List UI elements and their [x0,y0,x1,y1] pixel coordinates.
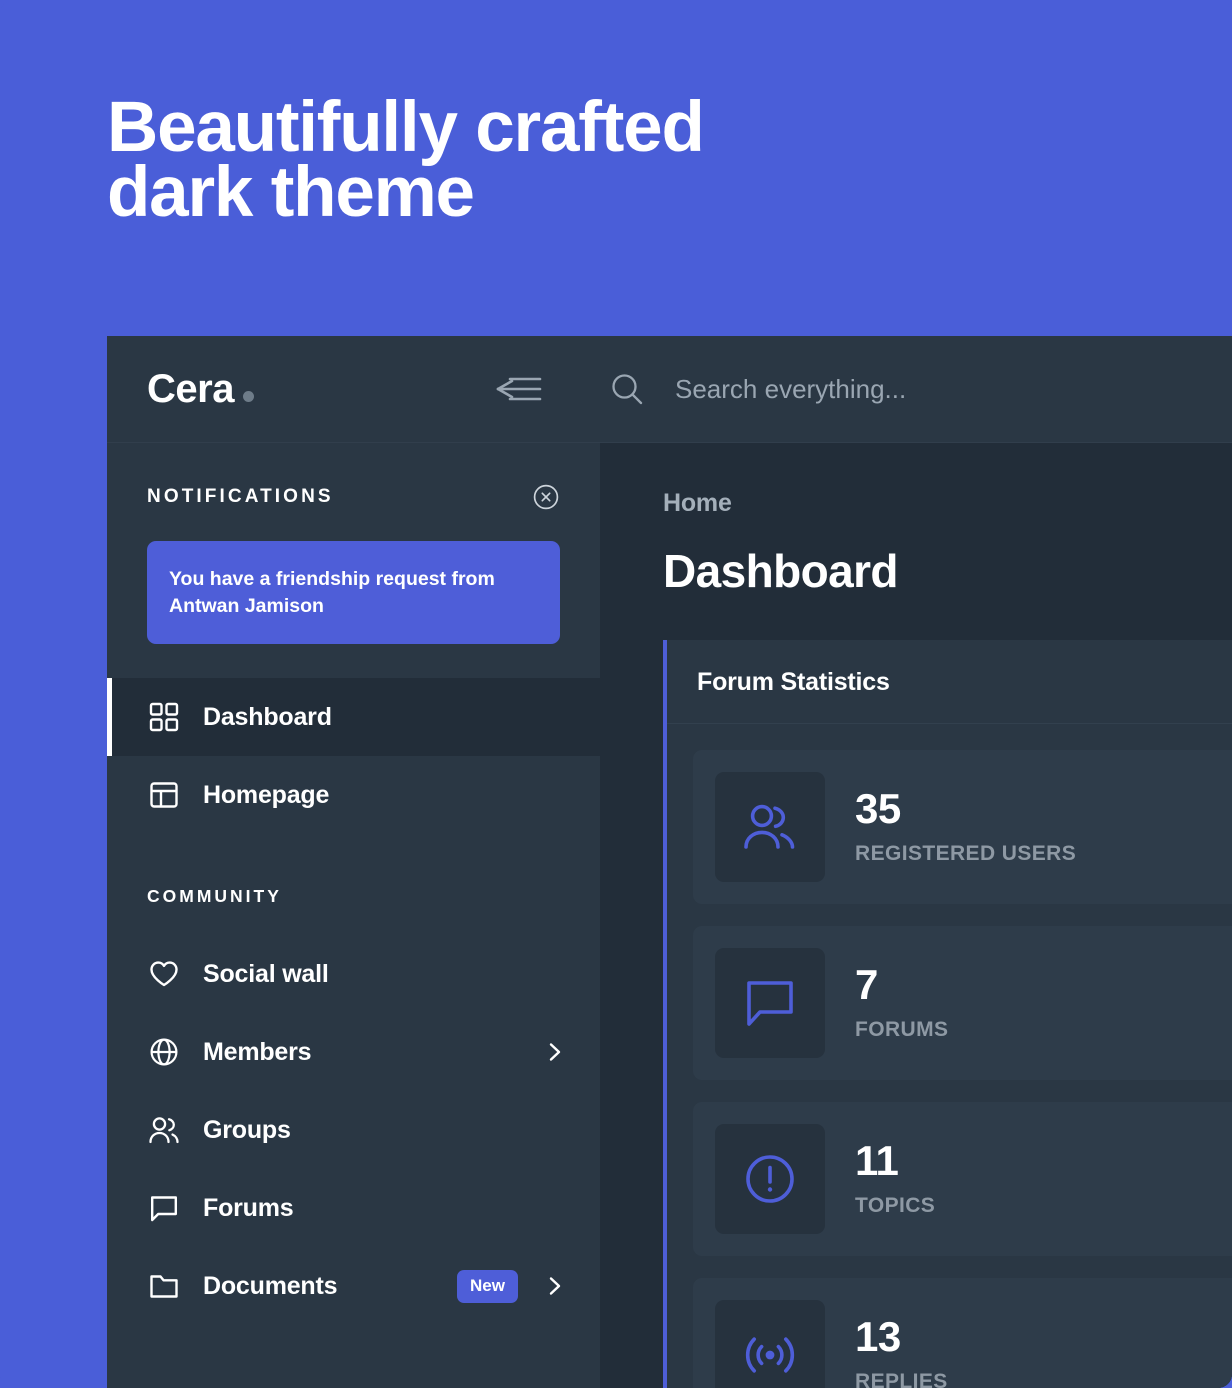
stat-label: FORUMS [855,1018,948,1042]
sidebar-item-documents[interactable]: Documents New [107,1247,600,1325]
page-header: Home Dashboard [600,443,1232,640]
users-stat-icon [715,772,825,882]
globe-icon [147,1035,181,1069]
page-title: Dashboard [663,544,1232,598]
sidebar-section-community: COMMUNITY [107,834,600,935]
grid-icon [147,700,181,734]
global-search[interactable] [607,369,1232,409]
sidebar-item-homepage[interactable]: Homepage [107,756,600,834]
stat-value: 7 [855,964,948,1006]
stat-text: 7 FORUMS [855,964,948,1042]
notification-item[interactable]: You have a friendship request from Antwa… [147,541,560,644]
stat-text: 35 REGISTERED USERS [855,788,1076,866]
notifications-title: NOTIFICATIONS [147,486,334,508]
brand-logo[interactable]: Cera [107,367,487,412]
sidebar-item-label: Members [203,1038,534,1067]
hero-title: Beautifully crafted dark theme [107,95,927,226]
stat-label: REGISTERED USERS [855,842,1076,866]
sidebar-item-badge: New [457,1270,518,1303]
breadcrumb[interactable]: Home [663,489,1232,518]
sidebar-item-members[interactable]: Members [107,1013,600,1091]
sidebar-item-label: Dashboard [203,703,566,732]
chat-stat-icon [715,948,825,1058]
stat-text: 13 REPLIES [855,1316,948,1388]
forum-statistics-panel: Forum Statistics [663,640,1232,1388]
sidebar-item-dashboard[interactable]: Dashboard [107,678,600,756]
stat-card-registered-users[interactable]: 35 REGISTERED USERS [693,750,1232,904]
sidebar: NOTIFICATIONS You have a friendship requ… [107,443,600,1388]
search-input[interactable] [675,374,1195,405]
sidebar-item-label: Forums [203,1194,566,1223]
brand-dot-icon [243,391,254,402]
page-root: Beautifully crafted dark theme Cera [0,0,1232,1388]
sidebar-item-label: Homepage [203,781,566,810]
users-icon [147,1113,181,1147]
app-topbar: Cera [107,336,1232,443]
chevron-right-icon[interactable] [544,1041,566,1063]
chat-bubble-icon [147,1191,181,1225]
broadcast-stat-icon [715,1300,825,1388]
chevron-right-icon[interactable] [544,1275,566,1297]
notifications-panel: NOTIFICATIONS You have a friendship requ… [107,443,600,678]
sidebar-item-label: Groups [203,1116,566,1145]
stat-card-replies[interactable]: 13 REPLIES [693,1278,1232,1388]
sidebar-item-social-wall[interactable]: Social wall [107,935,600,1013]
stat-label: REPLIES [855,1370,948,1388]
panel-body: 35 REGISTERED USERS [667,724,1232,1388]
collapse-sidebar-icon [496,375,542,403]
sidebar-item-label: Social wall [203,960,566,989]
close-circle-icon[interactable] [532,483,560,511]
search-icon[interactable] [607,369,647,409]
hero-section: Beautifully crafted dark theme [107,95,927,226]
layout-icon [147,778,181,812]
alert-circle-stat-icon [715,1124,825,1234]
panel-title: Forum Statistics [697,668,890,696]
stat-card-forums[interactable]: 7 FORUMS [693,926,1232,1080]
stat-value: 35 [855,788,1076,830]
stat-text: 11 TOPICS [855,1140,935,1218]
stat-value: 13 [855,1316,948,1358]
folder-icon [147,1269,181,1303]
sidebar-item-forums[interactable]: Forums [107,1169,600,1247]
brand-name: Cera [147,367,234,412]
panel-header: Forum Statistics [667,640,1232,724]
app-body: NOTIFICATIONS You have a friendship requ… [107,443,1232,1388]
stat-value: 11 [855,1140,935,1182]
stat-card-topics[interactable]: 11 TOPICS [693,1102,1232,1256]
app-window: Cera [107,336,1232,1388]
heart-icon [147,957,181,991]
notifications-header: NOTIFICATIONS [147,483,560,511]
sidebar-item-label: Documents [203,1272,457,1301]
sidebar-item-groups[interactable]: Groups [107,1091,600,1169]
sidebar-nav: Dashboard Homepage COMMUN [107,678,600,1345]
main-content: Home Dashboard Forum Statistics [600,443,1232,1388]
stat-label: TOPICS [855,1194,935,1218]
collapse-sidebar-button[interactable] [491,366,547,412]
